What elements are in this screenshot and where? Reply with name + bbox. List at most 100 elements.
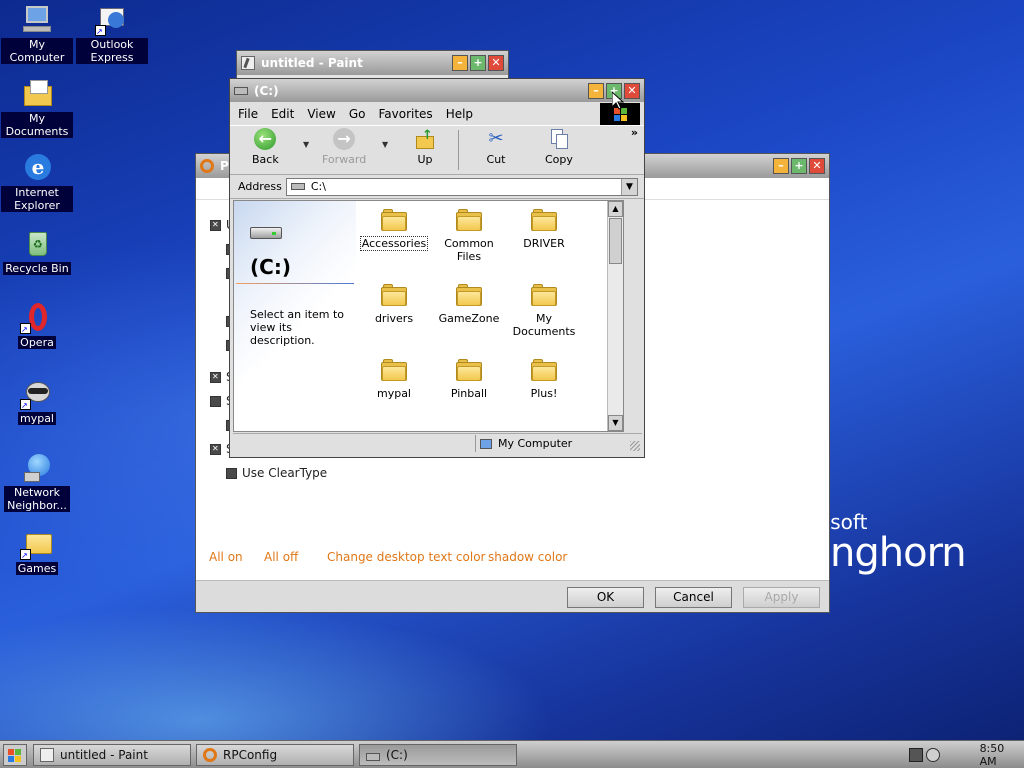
folder-item[interactable]: My Documents: [506, 278, 582, 338]
folder-label: Pinball: [450, 387, 488, 400]
ok-button[interactable]: OK: [567, 587, 644, 608]
use-cleartype-label: Use ClearType: [242, 466, 328, 480]
taskbar-button-paint[interactable]: untitled - Paint: [33, 744, 191, 766]
address-dropdown-icon[interactable]: ▼: [621, 178, 637, 195]
folder-icon: [531, 359, 557, 381]
forward-button-label: Forward: [322, 153, 367, 166]
language-indicator-icon[interactable]: [909, 748, 923, 762]
folder-item[interactable]: DRIVER: [506, 203, 582, 250]
back-arrow-icon: ←: [254, 128, 277, 150]
folder-label: Accessories: [359, 236, 429, 251]
folder-item[interactable]: Accessories: [356, 203, 432, 251]
folder-item[interactable]: GameZone: [431, 278, 507, 325]
brand-line-2: nghorn: [830, 530, 967, 576]
forward-dropdown-icon[interactable]: ▼: [382, 140, 388, 149]
drive-icon: [366, 752, 380, 761]
network-neighborhood-icon: [20, 452, 54, 484]
taskbar-button-rpconfig[interactable]: RPConfig: [196, 744, 354, 766]
rpconfig-option-checkbox[interactable]: [210, 372, 221, 383]
folder-icon: [456, 209, 482, 231]
menu-go[interactable]: Go: [349, 107, 366, 121]
rpconfig-close-button[interactable]: ✕: [809, 158, 825, 174]
rpconfig-option-checkbox[interactable]: [210, 396, 221, 407]
scroll-down-arrow-icon[interactable]: ▼: [608, 415, 623, 431]
desktop-icon-my-documents[interactable]: My Documents: [1, 78, 73, 138]
scrollbar-thumb[interactable]: [609, 218, 622, 264]
folder-item[interactable]: mypal: [356, 353, 432, 400]
paint-app-icon: [40, 748, 54, 762]
scroll-up-arrow-icon[interactable]: ▲: [608, 201, 623, 217]
use-cleartype-checkbox[interactable]: [226, 468, 237, 479]
shadow-color-link[interactable]: shadow color: [488, 550, 567, 564]
desktop-icon-opera[interactable]: Opera: [1, 302, 73, 349]
menu-edit[interactable]: Edit: [271, 107, 294, 121]
recycle-bin-icon: ♻: [20, 228, 54, 260]
desktop-icon-recycle-bin[interactable]: ♻ Recycle Bin: [1, 228, 73, 275]
copy-button[interactable]: Copy: [545, 128, 573, 166]
paint-title-bar[interactable]: untitled - Paint – + ✕: [237, 51, 508, 75]
internet-explorer-icon: e: [20, 152, 54, 184]
explorer-close-button[interactable]: ✕: [624, 82, 640, 99]
address-input[interactable]: C:\ ▼: [285, 177, 638, 196]
all-on-link[interactable]: All on: [209, 550, 243, 564]
up-button[interactable]: ↑ Up: [414, 128, 436, 166]
clock[interactable]: 8:50 AM: [980, 742, 1024, 768]
apply-button: Apply: [743, 587, 820, 608]
desktop-icon-outlook-express[interactable]: Outlook Express: [76, 4, 148, 64]
paint-maximize-button[interactable]: +: [470, 55, 486, 71]
paint-window[interactable]: untitled - Paint – + ✕: [236, 50, 509, 80]
folder-item[interactable]: Pinball: [431, 353, 507, 400]
info-pane-divider: [236, 283, 354, 284]
games-folder-icon: [20, 528, 54, 560]
folder-label: mypal: [376, 387, 411, 400]
all-off-link[interactable]: All off: [264, 550, 298, 564]
change-desktop-text-color-link[interactable]: Change desktop text color: [327, 550, 485, 564]
desktop-icon-mypal[interactable]: mypal: [1, 378, 73, 425]
back-dropdown-icon[interactable]: ▼: [303, 140, 309, 149]
menu-view[interactable]: View: [307, 107, 335, 121]
toolbar-overflow-chevron-icon[interactable]: »: [631, 126, 638, 139]
explorer-title-bar[interactable]: (C:) – + ✕: [230, 79, 644, 102]
my-computer-small-icon: [480, 438, 492, 449]
forward-button: → Forward: [322, 128, 366, 166]
menu-file[interactable]: File: [238, 107, 258, 121]
folder-item[interactable]: Plus!: [506, 353, 582, 400]
taskbar-button-explorer[interactable]: (C:): [359, 744, 517, 766]
explorer-minimize-button[interactable]: –: [588, 82, 604, 99]
mypal-tray-icon[interactable]: [925, 748, 940, 762]
drive-icon: [234, 86, 248, 95]
rpconfig-option-checkbox[interactable]: [210, 444, 221, 455]
desktop-icon-games[interactable]: Games: [1, 528, 73, 575]
paint-minimize-button[interactable]: –: [452, 55, 468, 71]
desktop-icon-my-computer[interactable]: My Computer: [1, 4, 73, 64]
folder-item[interactable]: drivers: [356, 278, 432, 325]
folder-icon: [456, 359, 482, 381]
desktop-icon-label: Recycle Bin: [3, 262, 71, 275]
desktop-icon-network-neighborhood[interactable]: Network Neighbor...: [1, 452, 73, 512]
explorer-content-pane: (C:) Select an item to view its descript…: [233, 200, 624, 432]
back-button[interactable]: ← Back: [252, 128, 279, 166]
folder-icon: [381, 359, 407, 381]
cancel-button[interactable]: Cancel: [655, 587, 732, 608]
paint-close-button[interactable]: ✕: [488, 55, 504, 71]
address-value: C:\: [310, 180, 326, 193]
task-label: RPConfig: [223, 748, 278, 762]
resize-grip[interactable]: [630, 441, 640, 451]
task-label: untitled - Paint: [60, 748, 148, 762]
rpconfig-option-checkbox[interactable]: [210, 220, 221, 231]
mypal-icon: [20, 378, 54, 410]
folder-icon: [381, 284, 407, 306]
menu-favorites[interactable]: Favorites: [378, 107, 432, 121]
explorer-window[interactable]: (C:) – + ✕ File Edit View Go Favorites H…: [229, 78, 645, 458]
vertical-scrollbar[interactable]: ▲ ▼: [607, 201, 623, 431]
rpconfig-minimize-button[interactable]: –: [773, 158, 789, 174]
start-button[interactable]: [3, 744, 27, 766]
folder-item[interactable]: Common Files: [431, 203, 507, 263]
desktop-icon-internet-explorer[interactable]: e Internet Explorer: [1, 152, 73, 212]
cut-button[interactable]: ✂ Cut: [485, 128, 507, 166]
menu-help[interactable]: Help: [446, 107, 473, 121]
explorer-status-bar: My Computer: [233, 433, 642, 453]
explorer-info-pane: (C:) Select an item to view its descript…: [234, 201, 356, 431]
desktop-icon-label: Outlook Express: [76, 38, 148, 64]
rpconfig-maximize-button[interactable]: +: [791, 158, 807, 174]
